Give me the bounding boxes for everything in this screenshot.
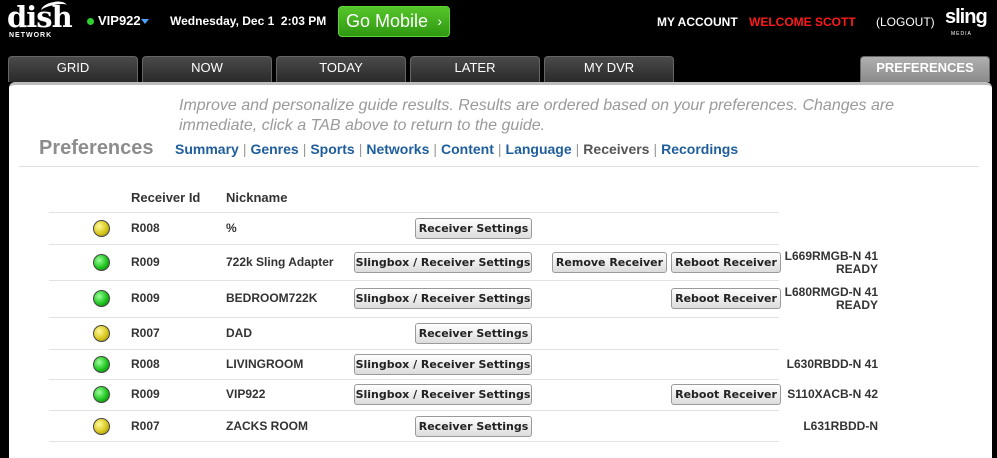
chevron-right-icon: › xyxy=(437,13,442,29)
column-header-nickname: Nickname xyxy=(226,190,288,205)
receiver-status: L631RBDD-N xyxy=(769,418,878,433)
receiver-nickname: % xyxy=(226,220,237,235)
reboot-receiver-button[interactable]: Reboot Receiver xyxy=(671,251,781,273)
receiver-nickname: DAD xyxy=(226,325,252,340)
receiver-id: R009 xyxy=(131,387,160,401)
tab-today[interactable]: TODAY xyxy=(276,56,406,82)
go-mobile-button[interactable]: Go Mobile › xyxy=(338,6,450,37)
top-bar: dish NETWORK VIP922 Wednesday, Dec 1 2:0… xyxy=(0,0,997,46)
row-divider xyxy=(49,410,779,411)
slingbox-settings-button[interactable]: Slingbox / Receiver Settings xyxy=(354,288,532,309)
receiver-status: S110XACB-N 42 xyxy=(769,388,878,401)
divider xyxy=(19,166,979,167)
receiver-nickname: ZACKS ROOM xyxy=(226,418,308,433)
tab-grid[interactable]: GRID xyxy=(8,56,138,82)
receiver-settings-button[interactable]: Receiver Settings xyxy=(415,217,532,239)
main-tabs: GRID NOW TODAY LATER MY DVR PREFERENCES xyxy=(0,46,997,82)
subnav-receivers[interactable]: Receivers xyxy=(583,141,649,157)
receiver-state: READY xyxy=(835,261,878,276)
row-divider xyxy=(49,349,779,350)
status-led-icon xyxy=(93,386,110,403)
tab-now[interactable]: NOW xyxy=(142,56,272,82)
receiver-model: L631RBDD-N xyxy=(803,418,878,433)
receiver-status: L630RBDD-N 41 xyxy=(769,358,878,371)
receiver-nickname: BEDROOM722K xyxy=(226,291,318,305)
receiver-state: READY xyxy=(835,298,878,312)
slingbox-settings-button[interactable]: Slingbox / Receiver Settings xyxy=(354,354,532,375)
chevron-down-icon[interactable] xyxy=(141,19,149,24)
receiver-nickname: 722k Sling Adapter xyxy=(226,254,334,269)
subnav-networks[interactable]: Networks xyxy=(366,141,429,157)
status-led-icon xyxy=(93,253,110,271)
tab-preferences[interactable]: PREFERENCES xyxy=(860,56,990,82)
receiver-status: L680RMGD-N 41 READY xyxy=(769,286,878,312)
receiver-id: R009 xyxy=(131,291,160,305)
row-divider xyxy=(49,317,779,318)
receiver-nickname: LIVINGROOM xyxy=(226,357,304,371)
tab-my-dvr[interactable]: MY DVR xyxy=(544,56,674,82)
go-mobile-label: Go Mobile xyxy=(346,11,429,31)
receiver-id: R007 xyxy=(131,325,160,340)
receiver-model: S110XACB-N 42 xyxy=(787,387,878,401)
sling-logo-sub: MEDIA xyxy=(951,31,972,37)
tab-later[interactable]: LATER xyxy=(410,56,540,82)
subnav-sports[interactable]: Sports xyxy=(310,141,354,157)
row-divider xyxy=(49,280,779,281)
preferences-subnav: Summary | Genres | Sports | Networks | Content | L… xyxy=(175,141,739,157)
receiver-status-icon xyxy=(87,18,94,25)
reboot-receiver-button[interactable]: Reboot Receiver xyxy=(671,288,781,309)
receiver-id: R007 xyxy=(131,418,160,433)
receiver-model: L669RMGB-N 41 xyxy=(784,248,878,263)
row-divider xyxy=(49,441,779,442)
subnav-genres[interactable]: Genres xyxy=(250,141,298,157)
my-account-link[interactable]: MY ACCOUNT xyxy=(657,15,738,29)
status-led-icon xyxy=(93,417,110,435)
subnav-summary[interactable]: Summary xyxy=(175,141,239,157)
reboot-receiver-button[interactable]: Reboot Receiver xyxy=(671,384,781,405)
page-title: Preferences xyxy=(39,137,154,159)
current-datetime: Wednesday, Dec 1 2:03 PM xyxy=(170,14,327,28)
receiver-nickname: VIP922 xyxy=(226,387,266,401)
receiver-status: L669RMGB-N 41 READY xyxy=(769,248,878,276)
receiver-id: R008 xyxy=(131,220,160,235)
sling-logo: sling xyxy=(945,6,988,28)
dish-network-logo[interactable]: dish NETWORK xyxy=(7,0,73,42)
logout-link[interactable]: (LOGOUT) xyxy=(876,15,935,29)
remove-receiver-button[interactable]: Remove Receiver xyxy=(552,251,667,273)
receiver-settings-button[interactable]: Receiver Settings xyxy=(415,415,532,437)
welcome-text: WELCOME SCOTT xyxy=(749,15,856,29)
subnav-content[interactable]: Content xyxy=(441,141,494,157)
slingbox-settings-button[interactable]: Slingbox / Receiver Settings xyxy=(354,384,532,405)
column-header-receiver-id: Receiver Id xyxy=(131,190,201,205)
receiver-id: R008 xyxy=(131,357,160,371)
subnav-recordings[interactable]: Recordings xyxy=(661,141,738,157)
status-led-icon xyxy=(93,219,110,237)
intro-text: Improve and personalize guide results. R… xyxy=(179,97,895,134)
receiver-model: L630RBDD-N 41 xyxy=(786,357,878,371)
row-divider xyxy=(49,212,779,213)
logo-sub: NETWORK xyxy=(9,32,53,39)
row-divider xyxy=(49,244,779,245)
status-led-icon xyxy=(93,356,110,373)
preferences-panel: Improve and personalize guide results. R… xyxy=(9,82,992,458)
receiver-selector[interactable]: VIP922 xyxy=(98,13,141,28)
receiver-id: R009 xyxy=(131,254,160,269)
receiver-settings-button[interactable]: Receiver Settings xyxy=(415,322,532,344)
slingbox-settings-button[interactable]: Slingbox / Receiver Settings xyxy=(354,251,532,273)
status-led-icon xyxy=(93,324,110,342)
subnav-language[interactable]: Language xyxy=(506,141,572,157)
status-led-icon xyxy=(93,290,110,307)
row-divider xyxy=(49,379,779,380)
